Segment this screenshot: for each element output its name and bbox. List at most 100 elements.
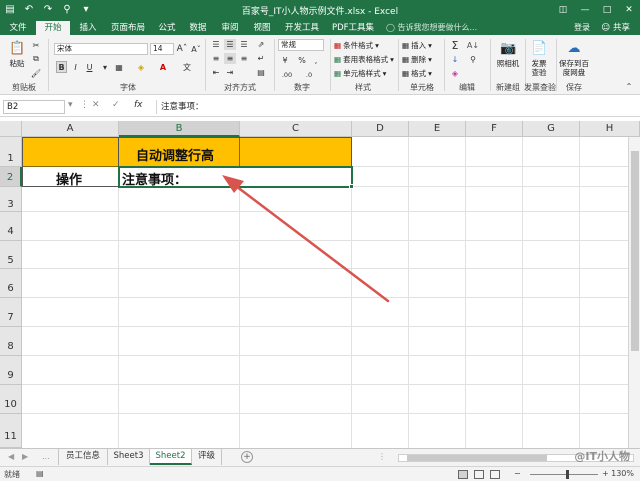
save-to-baidu-button[interactable]: ☁ 保存到百度网盘 <box>558 41 590 77</box>
vertical-scrollbar[interactable] <box>628 137 640 448</box>
name-box[interactable]: B2 <box>3 100 65 114</box>
tab-view[interactable]: 视图 <box>248 21 276 35</box>
cell-styles-button[interactable]: ▦ 单元格样式 ▾ <box>334 68 386 79</box>
currency-icon[interactable]: ¥ <box>278 55 292 66</box>
paste-button[interactable]: 📋 粘贴 <box>6 41 28 68</box>
normal-view-icon[interactable] <box>458 470 468 479</box>
increase-font-icon[interactable]: Aˆ <box>176 43 188 55</box>
formula-input[interactable]: 注意事项： <box>156 100 636 114</box>
tab-data[interactable]: 数据 <box>184 21 212 35</box>
chevron-down-icon[interactable]: ▾ <box>68 100 73 110</box>
prev-sheet-icon[interactable]: ◀ <box>8 452 14 461</box>
font-color-icon[interactable]: A <box>156 61 170 73</box>
align-left-icon[interactable]: ≡ <box>210 53 222 64</box>
horizontal-scroll-thumb[interactable] <box>407 455 547 461</box>
tab-home[interactable]: 开始 <box>36 21 70 35</box>
format-as-table-label: 套用表格格式 <box>343 55 389 64</box>
conditional-format-button[interactable]: ▦ 条件格式 ▾ <box>334 40 379 51</box>
increase-decimal-icon[interactable]: .00 <box>278 69 296 80</box>
tab-insert[interactable]: 插入 <box>74 21 102 35</box>
bold-button[interactable]: B <box>56 61 67 73</box>
align-top-icon[interactable]: ☰ <box>210 39 222 50</box>
minimize-icon[interactable]: — <box>574 0 596 20</box>
clear-icon[interactable]: ◈ <box>448 67 462 79</box>
status-bar: 就绪 ▤ − + 130% <box>0 466 640 481</box>
annotation-arrow <box>222 175 390 303</box>
tab-pdf-tools[interactable]: PDF工具集 <box>328 21 378 35</box>
zoom-level[interactable]: 130% <box>611 469 634 478</box>
percent-icon[interactable]: % <box>296 55 308 66</box>
invoice-check-button[interactable]: 📄 发票查验 <box>528 41 550 77</box>
align-bottom-icon[interactable]: ☰ <box>238 39 250 50</box>
tab-formulas[interactable]: 公式 <box>154 21 180 35</box>
underline-button[interactable]: U <box>84 61 95 73</box>
delete-cells-button[interactable]: ▦ 删除 ▾ <box>402 54 432 65</box>
align-right-icon[interactable]: ≡ <box>238 53 250 64</box>
invoice-check-label: 发票查验 <box>531 59 547 77</box>
page-break-view-icon[interactable] <box>490 470 500 479</box>
align-center-icon[interactable]: ≡ <box>224 53 236 64</box>
insert-function-icon[interactable]: fx <box>134 100 143 110</box>
find-select-icon[interactable]: ⚲ <box>464 53 482 65</box>
sheet-tab-sheet3[interactable]: Sheet3 <box>108 449 150 465</box>
format-cells-button[interactable]: ▦ 格式 ▾ <box>402 68 432 79</box>
italic-button[interactable]: I <box>70 61 81 73</box>
underline-dropdown-icon[interactable]: ▾ <box>100 61 110 73</box>
cancel-icon[interactable]: ✕ <box>92 100 100 110</box>
autosum-icon[interactable]: Σ <box>448 39 462 52</box>
tab-file[interactable]: 文件 <box>4 21 32 35</box>
tab-developer[interactable]: 开发工具 <box>280 21 324 35</box>
page-layout-view-icon[interactable] <box>474 470 484 479</box>
maximize-icon[interactable]: □ <box>596 0 618 20</box>
close-icon[interactable]: ✕ <box>618 0 640 20</box>
login-link[interactable]: 登录 <box>574 21 590 35</box>
tab-review[interactable]: 审阅 <box>216 21 244 35</box>
zoom-slider[interactable] <box>530 474 598 475</box>
more-sheets-icon[interactable]: ... <box>42 452 50 461</box>
sheet-tab-employee[interactable]: 员工信息 <box>58 449 108 465</box>
sheet-tab-sheet2[interactable]: Sheet2 <box>150 449 192 465</box>
fill-color-icon[interactable]: ◈ <box>134 61 148 73</box>
number-format-select[interactable]: 常规 <box>278 39 324 51</box>
format-painter-icon[interactable]: 🖌 <box>30 67 42 79</box>
fill-icon[interactable]: ↓ <box>448 53 462 65</box>
macro-record-icon[interactable]: ▤ <box>36 469 44 478</box>
cut-icon[interactable]: ✂ <box>30 39 42 51</box>
font-name-select[interactable]: 宋体 <box>54 43 148 55</box>
copy-icon[interactable]: ⧉ <box>30 53 42 65</box>
insert-icon: ▦ <box>402 41 410 50</box>
tab-page-layout[interactable]: 页面布局 <box>106 21 150 35</box>
decrease-indent-icon[interactable]: ⇤ <box>210 67 222 78</box>
sort-filter-icon[interactable]: A↓ <box>464 39 482 51</box>
increase-indent-icon[interactable]: ⇥ <box>224 67 236 78</box>
collapse-ribbon-icon[interactable]: ⌃ <box>624 81 634 91</box>
tell-me-box[interactable]: ◯ 告诉我您想要做什么... <box>386 21 477 35</box>
add-sheet-icon[interactable]: + <box>241 451 253 463</box>
comma-icon[interactable]: , <box>310 55 322 66</box>
zoom-out-icon[interactable]: − <box>514 469 521 478</box>
cell-styles-label: 单元格样式 <box>343 69 381 78</box>
wrap-text-icon[interactable]: ↵ <box>254 53 268 64</box>
chevron-down-icon: ▾ <box>428 69 432 78</box>
enter-icon[interactable]: ✓ <box>112 100 120 110</box>
border-icon[interactable]: ▦ <box>112 61 126 73</box>
share-button[interactable]: ☺ 共享 <box>601 21 630 35</box>
decrease-decimal-icon[interactable]: .0 <box>300 69 318 80</box>
align-middle-icon[interactable]: ☰ <box>224 39 236 50</box>
sheet-tab-rating[interactable]: 评级 <box>192 449 222 465</box>
restore-icon[interactable]: ◫ <box>552 0 574 20</box>
wen-icon[interactable]: 文 <box>178 61 196 73</box>
number-group-label: 数字 <box>294 83 310 92</box>
vertical-scroll-thumb[interactable] <box>631 151 639 351</box>
worksheet-grid[interactable]: A B C D E F G H 1 2 3 4 5 6 7 8 9 10 11 <box>0 121 640 448</box>
font-size-select[interactable]: 14 <box>150 43 174 55</box>
merge-center-icon[interactable]: ▤ <box>254 67 268 78</box>
insert-cells-button[interactable]: ▦ 插入 ▾ <box>402 40 432 51</box>
orientation-icon[interactable]: ⇗ <box>254 39 268 50</box>
camera-button[interactable]: 📷 照相机 <box>494 41 522 68</box>
zoom-in-icon[interactable]: + <box>602 469 609 478</box>
next-sheet-icon[interactable]: ▶ <box>22 452 28 461</box>
format-as-table-button[interactable]: ▦ 套用表格格式 ▾ <box>334 54 394 65</box>
zoom-slider-thumb[interactable] <box>566 470 569 479</box>
decrease-font-icon[interactable]: Aˇ <box>190 43 202 55</box>
